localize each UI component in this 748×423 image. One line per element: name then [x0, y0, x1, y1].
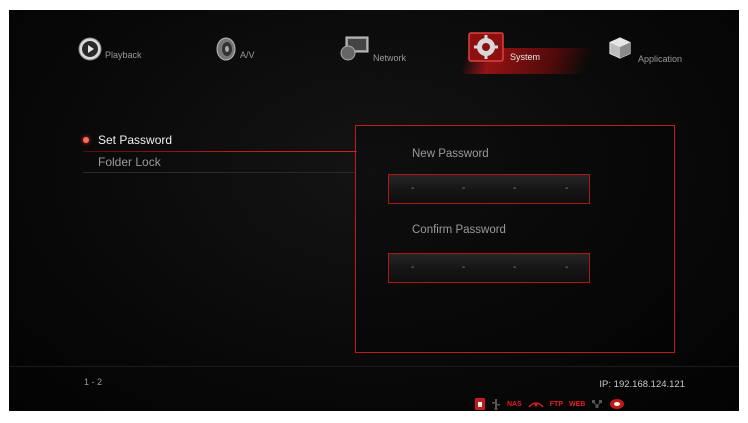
new-password-field[interactable]: - - - -: [388, 174, 590, 204]
confirm-password-digit-1: -: [411, 262, 415, 273]
submenu-folder-lock-label: Folder Lock: [98, 155, 161, 169]
av-icon: [216, 37, 236, 61]
confirm-password-label: Confirm Password: [412, 224, 506, 236]
divider: [83, 172, 355, 173]
confirm-password-digit-4: -: [565, 262, 569, 273]
menu-playback-label: Playback: [105, 50, 142, 60]
new-password-digit-3: -: [513, 183, 517, 194]
ip-address: IP: 192.168.124.121: [599, 379, 685, 390]
selection-bullet-icon: [83, 137, 89, 143]
submenu-set-password[interactable]: Set Password: [83, 129, 357, 152]
system-icon: [468, 32, 504, 62]
network-icon: [340, 36, 369, 61]
menu-network[interactable]: Network: [340, 36, 420, 78]
system-submenu: Set Password Folder Lock: [83, 129, 357, 173]
menu-playback[interactable]: Playback: [77, 37, 157, 78]
play-icon: [78, 37, 102, 61]
submenu-set-password-label: Set Password: [98, 133, 173, 147]
new-password-digit-1: -: [411, 183, 415, 194]
menu-application[interactable]: Application: [608, 37, 708, 78]
new-password-label: New Password: [412, 148, 489, 160]
top-menu-bar: Playback A/V Network System Application: [9, 10, 739, 90]
menu-network-label: Network: [373, 53, 407, 63]
status-icons-bar: NAS FTP WEB: [475, 397, 625, 411]
submenu-folder-lock[interactable]: Folder Lock: [83, 151, 355, 173]
password-panel: New Password - - - - Confirm Password - …: [355, 125, 675, 353]
menu-system-label: System: [510, 52, 541, 62]
nas-status-icon: NAS: [507, 400, 522, 408]
upnp-icon: [528, 402, 544, 408]
confirm-password-digit-2: -: [462, 262, 466, 273]
media-player-screen: Playback A/V Network System Application …: [9, 10, 739, 411]
lock-status-icon: [475, 398, 485, 410]
new-password-digit-2: -: [462, 183, 466, 194]
footer-divider: [9, 366, 739, 367]
web-status-icon: WEB: [569, 400, 586, 408]
menu-system[interactable]: System: [468, 32, 558, 78]
application-icon: [609, 37, 631, 59]
menu-av[interactable]: A/V: [214, 37, 274, 78]
menu-av-label: A/V: [240, 50, 255, 60]
usb-icon: [492, 399, 500, 410]
confirm-password-field[interactable]: - - - -: [388, 253, 590, 283]
new-password-digit-4: -: [565, 183, 569, 194]
menu-application-label: Application: [638, 54, 683, 64]
page-indicator: 1 - 2: [84, 377, 103, 387]
confirm-password-digit-3: -: [513, 262, 517, 273]
ftp-status-icon: FTP: [549, 400, 564, 408]
network-status-icon: [592, 400, 603, 408]
disc-status-icon: [610, 399, 625, 409]
